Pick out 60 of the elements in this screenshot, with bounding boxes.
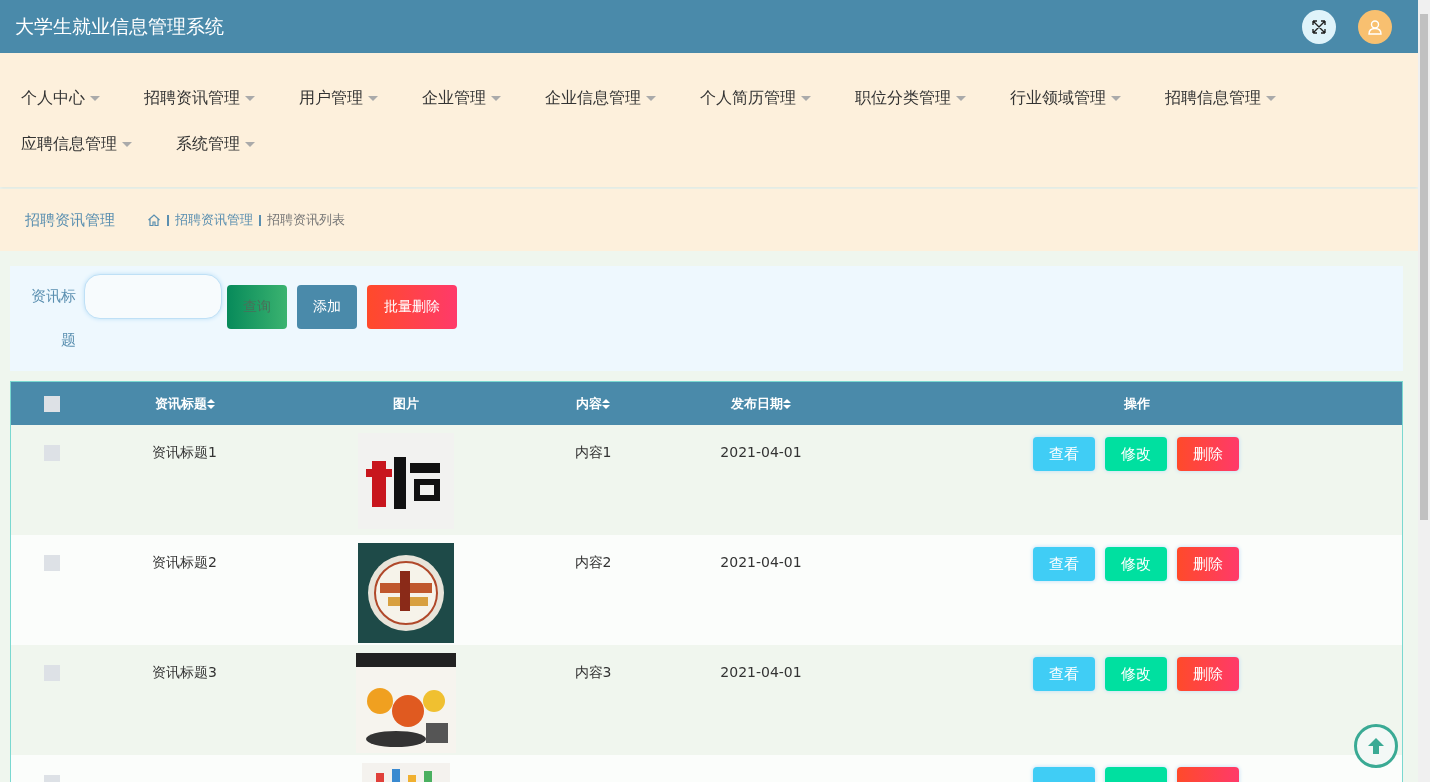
arrow-up-icon <box>1366 736 1386 756</box>
caret-icon <box>801 95 811 101</box>
expand-icon <box>1311 18 1327 35</box>
delete-button[interactable]: 删除 <box>1177 547 1239 581</box>
sort-icon <box>783 398 791 409</box>
caret-icon <box>245 95 255 101</box>
caret-icon <box>1266 95 1276 101</box>
caret-icon <box>368 95 378 101</box>
user-icon <box>1367 18 1383 35</box>
caret-icon <box>90 95 100 101</box>
home-link[interactable] <box>147 213 161 227</box>
menu-item[interactable]: 招聘信息管理 <box>1165 86 1276 110</box>
scrollbar[interactable] <box>1418 0 1430 782</box>
search-field[interactable] <box>84 274 222 319</box>
caret-icon <box>1111 95 1121 101</box>
caret-icon <box>122 141 132 147</box>
column-header[interactable]: 发布日期 <box>731 394 791 413</box>
app-title: 大学生就业信息管理系统 <box>15 13 224 39</box>
caret-icon <box>491 95 501 101</box>
batch-delete-button[interactable]: 批量删除 <box>367 285 457 329</box>
menu-item[interactable]: 招聘资讯管理 <box>144 86 255 110</box>
home-icon <box>147 213 161 227</box>
breadcrumb-item[interactable]: 招聘资讯管理 <box>175 211 253 229</box>
caret-icon <box>956 95 966 101</box>
column-header: 操作 <box>1124 394 1150 413</box>
add-button[interactable]: 添加 <box>297 285 357 329</box>
table-cell: 内容1 <box>574 444 612 460</box>
menu-item[interactable]: 个人简历管理 <box>700 86 811 110</box>
menu-item[interactable]: 职位分类管理 <box>855 86 966 110</box>
column-header[interactable]: 内容 <box>576 394 610 413</box>
table-cell: 资讯标题2 <box>152 554 217 570</box>
field-label: 资讯标题 <box>30 286 76 351</box>
breadcrumb-item: 招聘资讯列表 <box>267 211 345 229</box>
table-cell: 2021-04-01 <box>720 664 802 680</box>
checkbox[interactable] <box>44 555 60 571</box>
user-avatar-button[interactable] <box>1358 9 1392 44</box>
menu-item[interactable]: 系统管理 <box>176 132 255 156</box>
table-cell: 资讯标题1 <box>152 444 217 460</box>
delete-button[interactable]: 删除 <box>1177 657 1239 691</box>
page-title: 招聘资讯管理 <box>25 210 115 230</box>
checkbox[interactable] <box>44 395 60 412</box>
menu-item[interactable]: 个人中心 <box>21 86 100 110</box>
column-header: 图片 <box>393 394 419 413</box>
caret-icon <box>245 141 255 147</box>
table-cell: 2021-04-01 <box>720 444 802 460</box>
menu-item[interactable]: 用户管理 <box>299 86 378 110</box>
column-header[interactable]: 资讯标题 <box>154 394 215 413</box>
caret-icon <box>646 95 656 101</box>
sort-icon <box>206 398 215 409</box>
menu-item[interactable]: 应聘信息管理 <box>21 132 132 156</box>
delete-button[interactable]: 删除 <box>1177 437 1239 471</box>
fullscreen-button[interactable] <box>1302 9 1336 44</box>
table-cell: 2021-04-01 <box>720 554 802 570</box>
menu-item[interactable]: 企业信息管理 <box>545 86 656 110</box>
sort-icon <box>602 398 610 409</box>
menu-item[interactable]: 行业领域管理 <box>1010 86 1121 110</box>
menu-item[interactable]: 企业管理 <box>422 86 501 110</box>
table-cell: 资讯标题3 <box>152 664 217 680</box>
table-cell: 内容2 <box>574 554 612 570</box>
table-cell: 内容3 <box>574 664 612 680</box>
